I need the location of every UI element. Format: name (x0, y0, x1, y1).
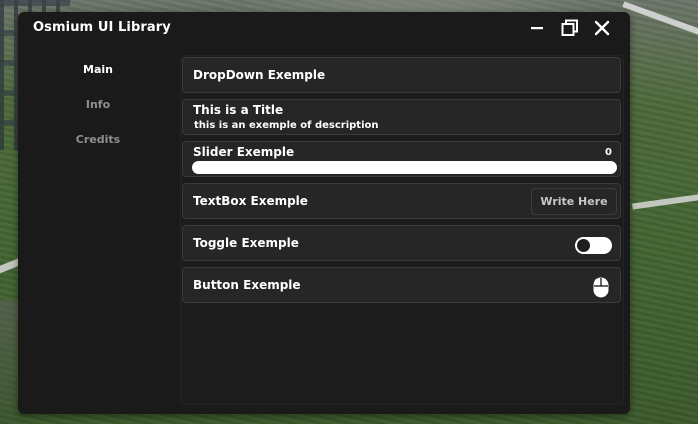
toggle-knob (577, 239, 590, 252)
toggle-label: Toggle Exemple (193, 236, 299, 250)
maximize-icon (561, 19, 578, 36)
content-panel: DropDown Exemple This is a Title this is… (180, 55, 624, 405)
button-label: Button Exemple (193, 278, 301, 292)
slider-value: 0 (605, 147, 612, 158)
toggle-switch[interactable] (575, 237, 612, 254)
example-button[interactable]: Button Exemple (182, 267, 621, 303)
sidebar-item-credits[interactable]: Credits (18, 130, 178, 150)
close-icon (594, 20, 610, 36)
section-description: this is an exemple of description (194, 120, 379, 131)
minimize-button[interactable] (526, 17, 548, 39)
background-field-line (631, 192, 698, 210)
slider-row: Slider Exemple 0 (182, 141, 621, 177)
section-title: This is a Title (193, 103, 284, 117)
slider-track[interactable] (192, 161, 617, 174)
dropdown[interactable]: DropDown Exemple (182, 57, 621, 93)
textbox-input[interactable] (531, 188, 617, 215)
textbox-row: TextBox Exemple (182, 183, 621, 219)
minimize-icon (531, 27, 543, 30)
title-bar[interactable]: Osmium UI Library (18, 12, 630, 45)
mouse-icon (593, 277, 609, 298)
slider-label: Slider Exemple (193, 145, 295, 159)
sidebar-item-main[interactable]: Main (18, 60, 178, 80)
window-title: Osmium UI Library (33, 20, 171, 35)
dropdown-label: DropDown Exemple (193, 68, 326, 82)
toggle-row: Toggle Exemple (182, 225, 621, 261)
title-block: This is a Title this is an exemple of de… (182, 99, 621, 135)
sidebar-item-info[interactable]: Info (18, 95, 178, 115)
background-field-line (622, 1, 698, 45)
close-button[interactable] (591, 17, 613, 39)
textbox-label: TextBox Exemple (193, 194, 308, 208)
ui-window: Osmium UI Library Main Info Credits Drop… (18, 12, 630, 414)
maximize-button[interactable] (559, 17, 581, 39)
